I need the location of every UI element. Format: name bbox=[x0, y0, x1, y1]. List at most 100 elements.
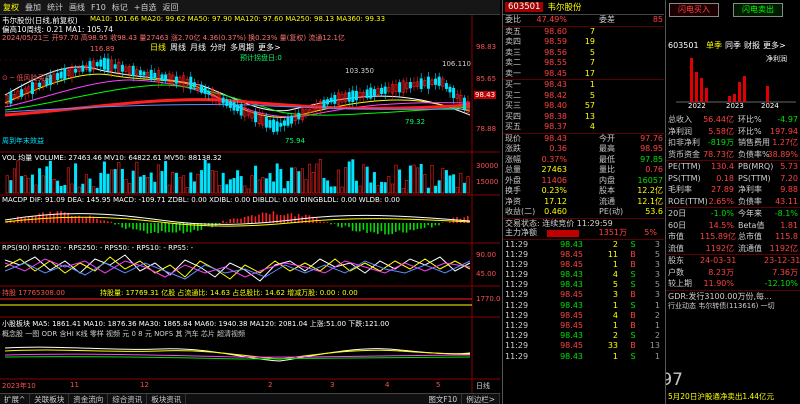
stat-row: 涨幅 0.37% 最低 97.85 bbox=[503, 155, 664, 166]
btn-news[interactable]: 综合资讯 bbox=[108, 394, 148, 404]
subtab-more[interactable]: 更多> bbox=[258, 42, 281, 53]
subtab-month[interactable]: 月线 bbox=[190, 42, 206, 53]
date-tick-3: 2 bbox=[268, 381, 273, 389]
subtab-day[interactable]: 日线 bbox=[150, 42, 166, 53]
rps-legend: RPS(90) RPS120: - RPS250: - RPS50: - RPS… bbox=[2, 244, 194, 252]
fin-value: 115.89亿 bbox=[700, 232, 736, 241]
netflow-pct: 5% bbox=[644, 228, 657, 237]
bottom-bar: 扩展^ 关联板块 资金流向 综合资讯 板块资讯 图文F10 例边栏> bbox=[0, 393, 500, 404]
tick-count: 1 bbox=[654, 321, 660, 330]
news-title[interactable]: 行业动态 韦尔转债(113616) 一切 bbox=[666, 301, 775, 313]
tick-price: 98.45 bbox=[560, 310, 583, 320]
btn-expand[interactable]: 扩展^ bbox=[0, 394, 31, 404]
tab-back[interactable]: 返回 bbox=[159, 2, 181, 13]
tick-price: 98.43 bbox=[560, 270, 583, 280]
fin-row: 市值 115.89亿 总市值 115.8 bbox=[666, 231, 800, 243]
volume-bar bbox=[239, 176, 243, 194]
flash-buy-button[interactable]: 闪电买入 bbox=[669, 3, 719, 17]
stat-spacer bbox=[567, 155, 595, 166]
tick-volume: 1 bbox=[612, 300, 618, 310]
tab-fuquan[interactable]: 复权 bbox=[0, 2, 22, 13]
volume-bar bbox=[441, 168, 445, 194]
volume-bar bbox=[452, 174, 456, 194]
subtab-week[interactable]: 周线 bbox=[170, 42, 186, 53]
tick-list[interactable]: 11:29 98.43 2 S 3 11:29 98.45 11 B 5 11:29 98.45 1 B 3… bbox=[503, 238, 664, 362]
volume-bar bbox=[92, 186, 96, 194]
bids-row: 买五 98.37 4 bbox=[503, 122, 664, 133]
stat-label2: 今开 bbox=[599, 133, 615, 143]
tick-time: 11:29 bbox=[505, 290, 529, 300]
subtab-multi[interactable]: 多周期 bbox=[230, 42, 254, 53]
fin-key: 20日 bbox=[668, 209, 687, 218]
volume-bar bbox=[156, 164, 160, 194]
fin-key: 净利润 bbox=[668, 126, 692, 136]
subtab-minute[interactable]: 分时 bbox=[210, 42, 226, 53]
volume-bar bbox=[279, 169, 283, 194]
volume-bar bbox=[344, 167, 348, 194]
volume-bar bbox=[390, 183, 394, 194]
volume-bar bbox=[243, 185, 247, 194]
btn-sector-news[interactable]: 板块资讯 bbox=[147, 394, 187, 404]
stat-value: 27463 bbox=[541, 165, 567, 174]
volume-bar bbox=[149, 172, 153, 194]
fin-row: PE(TTM) 130.4 PB(MRQ) 5.73 bbox=[666, 161, 800, 173]
fin-value: 0.18 bbox=[716, 173, 734, 183]
volume-bar bbox=[297, 171, 301, 194]
hold-detail: 持股量: 17769.31 亿股 占流通比: 14.63 占总股比: 14.62… bbox=[100, 289, 358, 297]
tab-add-watch[interactable]: +自选 bbox=[131, 2, 160, 13]
volume-bar bbox=[27, 178, 31, 194]
fin-value: 2.65% bbox=[708, 196, 734, 206]
stat-value: 98.43 bbox=[544, 133, 567, 143]
stat-value: 11406 bbox=[541, 175, 567, 185]
stat-spacer bbox=[567, 176, 595, 187]
asks-label: 卖四 bbox=[505, 37, 521, 46]
asks-price: 98.56 bbox=[544, 47, 567, 57]
volume-bar bbox=[218, 185, 222, 194]
volume-bar bbox=[131, 170, 135, 194]
stat-row: 总量 27463 量比 0.76 bbox=[503, 165, 664, 176]
volume-bar bbox=[56, 180, 60, 194]
tick-price: 98.43 bbox=[560, 280, 583, 290]
fin-value: 27.89 bbox=[711, 185, 734, 194]
tab-draw[interactable]: 画线 bbox=[66, 2, 88, 13]
btn-sidebar[interactable]: 例边栏> bbox=[462, 394, 500, 404]
tab-f10[interactable]: F10 bbox=[88, 3, 109, 12]
fin-value: 5.58亿 bbox=[708, 126, 734, 136]
fin-row: 20日 -1.0% 今年来 -8.1% bbox=[666, 208, 800, 220]
annot-mid: 103.350 bbox=[345, 67, 374, 75]
stat-label: 涨幅 bbox=[505, 154, 521, 164]
btn-f10[interactable]: 图文F10 bbox=[424, 394, 463, 404]
stat-value2: 16057 bbox=[637, 175, 663, 185]
btn-related-sector[interactable]: 关联板块 bbox=[30, 394, 70, 404]
volume-bar bbox=[124, 179, 128, 194]
date-tick-period[interactable]: 日线 bbox=[476, 381, 490, 391]
vol-axis-top: 30000 bbox=[476, 162, 499, 170]
volume-bar bbox=[30, 174, 34, 194]
stat-label: 外盘 bbox=[505, 175, 521, 185]
volume-bar bbox=[84, 174, 88, 194]
tab-mark[interactable]: 标记 bbox=[109, 2, 131, 13]
kline-chart-area[interactable]: 韦尔股份(日线,前复权) MA10: 101.66 MA20: 99.62 MA… bbox=[0, 15, 500, 393]
tab-overlay[interactable]: 叠加 bbox=[22, 2, 44, 13]
fin-key: 总收入 bbox=[668, 115, 692, 124]
stat-label2: 内盘 bbox=[599, 175, 615, 185]
stat-label2: 最低 bbox=[599, 154, 615, 164]
btn-money-flow[interactable]: 资金流向 bbox=[69, 394, 109, 404]
flash-sell-button[interactable]: 闪电卖出 bbox=[733, 3, 783, 17]
stat-value: 17.12 bbox=[544, 196, 567, 206]
fin-value2: 9.88 bbox=[780, 185, 798, 194]
fin-footer-news[interactable]: 5月20日沪股通净卖出1.44亿元 bbox=[668, 391, 774, 402]
tick-time: 11:29 bbox=[505, 259, 529, 269]
tab-stats[interactable]: 统计 bbox=[44, 2, 66, 13]
tick-row: 11:29 98.43 2 S 3 bbox=[503, 240, 664, 250]
bids-row: 买四 98.38 13 bbox=[503, 112, 664, 123]
tick-row: 11:29 98.43 1 S 1 bbox=[503, 301, 664, 311]
volume-bar bbox=[128, 183, 132, 194]
year-2022: 2022 bbox=[688, 102, 706, 110]
bids-price: 98.37 bbox=[544, 122, 567, 131]
stat-row: 涨跌 0.36 最高 98.95 bbox=[503, 144, 664, 155]
volume-bar bbox=[423, 174, 427, 194]
date-tick-6: 5 bbox=[436, 381, 441, 389]
news-row[interactable]: 行业动态 韦尔转债(113616) 一切 bbox=[666, 301, 800, 313]
volume-bar bbox=[290, 167, 294, 194]
